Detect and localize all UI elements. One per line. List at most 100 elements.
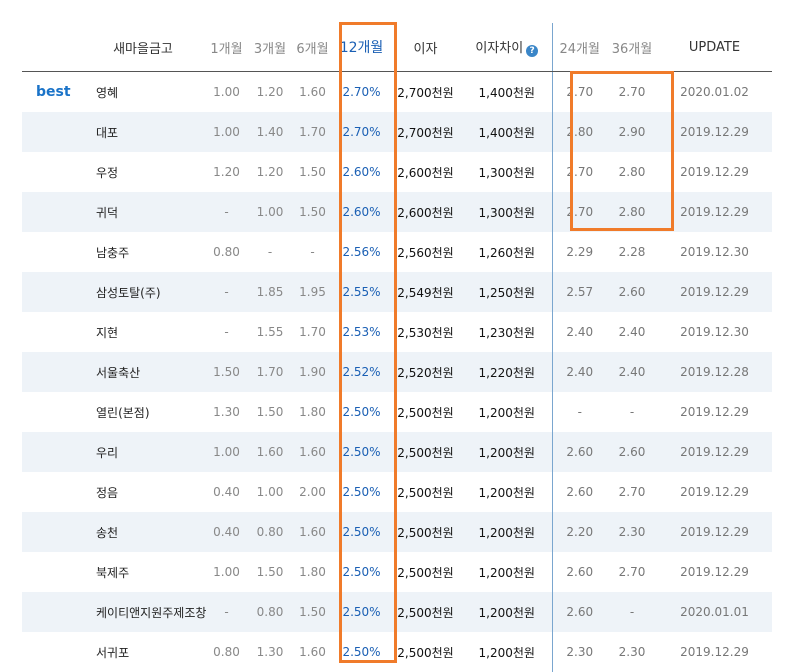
- rate-12-month: 2.50%: [334, 432, 389, 472]
- rate-12-month: 2.52%: [334, 352, 389, 392]
- rate-6-month: 1.60: [291, 432, 334, 472]
- table-row[interactable]: 대포1.001.401.702.70%2,700천원1,400천원2.802.9…: [22, 112, 772, 152]
- header-36-month[interactable]: 36개월: [607, 23, 657, 72]
- rate-24-month: 2.70: [552, 152, 607, 192]
- table-row[interactable]: 열린(본점)1.301.501.802.50%2,500천원1,200천원--2…: [22, 392, 772, 432]
- interest-amount: 2,520천원: [389, 352, 462, 392]
- rate-6-month: 1.80: [291, 552, 334, 592]
- interest-amount: 2,500천원: [389, 392, 462, 432]
- table-header: 새마을금고 1개월 3개월 6개월 12개월 이자 이자차이? 24개월 36개…: [22, 23, 772, 72]
- rate-24-month: 2.70: [552, 72, 607, 113]
- table-row[interactable]: 지현-1.551.702.53%2,530천원1,230천원2.402.4020…: [22, 312, 772, 352]
- bank-name[interactable]: 남충주: [82, 232, 204, 272]
- interest-diff: 1,200천원: [462, 592, 552, 632]
- best-label: [22, 272, 82, 312]
- rate-24-month: 2.57: [552, 272, 607, 312]
- update-date: 2019.12.30: [657, 312, 772, 352]
- rate-6-month: 1.50: [291, 592, 334, 632]
- interest-diff: 1,400천원: [462, 112, 552, 152]
- update-date: 2019.12.29: [657, 552, 772, 592]
- savings-rate-table: 새마을금고 1개월 3개월 6개월 12개월 이자 이자차이? 24개월 36개…: [22, 23, 772, 672]
- best-label: [22, 112, 82, 152]
- header-3-month[interactable]: 3개월: [249, 23, 291, 72]
- bank-name[interactable]: 지현: [82, 312, 204, 352]
- rate-3-month: 1.60: [249, 432, 291, 472]
- interest-amount: 2,549천원: [389, 272, 462, 312]
- bank-name[interactable]: 귀덕: [82, 192, 204, 232]
- rate-3-month: 1.70: [249, 352, 291, 392]
- rate-3-month: 1.50: [249, 392, 291, 432]
- bank-name[interactable]: 삼성토탈(주): [82, 272, 204, 312]
- bank-name[interactable]: 북제주: [82, 552, 204, 592]
- update-date: 2019.12.29: [657, 112, 772, 152]
- rate-36-month: 2.28: [607, 232, 657, 272]
- table-row[interactable]: 남충주0.80--2.56%2,560천원1,260천원2.292.282019…: [22, 232, 772, 272]
- header-24-month[interactable]: 24개월: [552, 23, 607, 72]
- update-date: 2019.12.29: [657, 152, 772, 192]
- bank-name[interactable]: 우정: [82, 152, 204, 192]
- table-row[interactable]: 케이티앤지원주제조창-0.801.502.50%2,500천원1,200천원2.…: [22, 592, 772, 632]
- best-label: [22, 232, 82, 272]
- rate-12-month: 2.50%: [334, 632, 389, 672]
- rate-1-month: 1.50: [204, 352, 249, 392]
- bank-name[interactable]: 우리: [82, 432, 204, 472]
- rate-1-month: -: [204, 592, 249, 632]
- interest-diff: 1,200천원: [462, 432, 552, 472]
- bank-name[interactable]: 케이티앤지원주제조창: [82, 592, 204, 632]
- interest-diff: 1,200천원: [462, 512, 552, 552]
- table-row[interactable]: 정음0.401.002.002.50%2,500천원1,200천원2.602.7…: [22, 472, 772, 512]
- rate-3-month: 1.00: [249, 472, 291, 512]
- rate-1-month: 0.80: [204, 232, 249, 272]
- table-row[interactable]: 우정1.201.201.502.60%2,600천원1,300천원2.702.8…: [22, 152, 772, 192]
- update-date: 2019.12.28: [657, 352, 772, 392]
- bank-name[interactable]: 서귀포: [82, 632, 204, 672]
- rate-1-month: 1.00: [204, 112, 249, 152]
- rate-24-month: 2.20: [552, 512, 607, 552]
- bank-name[interactable]: 영혜: [82, 72, 204, 113]
- interest-amount: 2,700천원: [389, 112, 462, 152]
- table-row[interactable]: 북제주1.001.501.802.50%2,500천원1,200천원2.602.…: [22, 552, 772, 592]
- header-interest-diff: 이자차이?: [462, 23, 552, 72]
- table-row[interactable]: 송천0.400.801.602.50%2,500천원1,200천원2.202.3…: [22, 512, 772, 552]
- rate-12-month: 2.50%: [334, 552, 389, 592]
- rate-36-month: 2.90: [607, 112, 657, 152]
- rate-24-month: 2.70: [552, 192, 607, 232]
- bank-name[interactable]: 정음: [82, 472, 204, 512]
- bank-name[interactable]: 송천: [82, 512, 204, 552]
- question-icon[interactable]: ?: [526, 45, 538, 57]
- table-row[interactable]: 서울축산1.501.701.902.52%2,520천원1,220천원2.402…: [22, 352, 772, 392]
- rate-24-month: 2.40: [552, 352, 607, 392]
- header-12-month[interactable]: 12개월: [334, 23, 389, 72]
- best-label: [22, 432, 82, 472]
- rate-6-month: 1.80: [291, 392, 334, 432]
- rate-12-month: 2.50%: [334, 592, 389, 632]
- interest-amount: 2,560천원: [389, 232, 462, 272]
- best-label: [22, 312, 82, 352]
- table-row[interactable]: 귀덕-1.001.502.60%2,600천원1,300천원2.702.8020…: [22, 192, 772, 232]
- interest-amount: 2,500천원: [389, 512, 462, 552]
- best-label: [22, 512, 82, 552]
- rate-1-month: -: [204, 272, 249, 312]
- bank-name[interactable]: 서울축산: [82, 352, 204, 392]
- rate-6-month: 1.50: [291, 192, 334, 232]
- best-label: [22, 632, 82, 672]
- interest-diff: 1,220천원: [462, 352, 552, 392]
- rate-1-month: 1.20: [204, 152, 249, 192]
- rate-12-month: 2.60%: [334, 192, 389, 232]
- table-row[interactable]: 우리1.001.601.602.50%2,500천원1,200천원2.602.6…: [22, 432, 772, 472]
- best-label: [22, 352, 82, 392]
- header-1-month[interactable]: 1개월: [204, 23, 249, 72]
- table-row[interactable]: 삼성토탈(주)-1.851.952.55%2,549천원1,250천원2.572…: [22, 272, 772, 312]
- table-body: best영혜1.001.201.602.70%2,700천원1,400천원2.7…: [22, 72, 772, 672]
- table-row[interactable]: 서귀포0.801.301.602.50%2,500천원1,200천원2.302.…: [22, 632, 772, 672]
- header-bank: 새마을금고: [82, 23, 204, 72]
- header-6-month[interactable]: 6개월: [291, 23, 334, 72]
- header-update: UPDATE: [657, 23, 772, 72]
- rate-1-month: -: [204, 192, 249, 232]
- rate-1-month: 1.30: [204, 392, 249, 432]
- bank-name[interactable]: 대포: [82, 112, 204, 152]
- bank-name[interactable]: 열린(본점): [82, 392, 204, 432]
- rate-1-month: 0.40: [204, 472, 249, 512]
- rate-36-month: 2.40: [607, 352, 657, 392]
- table-row[interactable]: best영혜1.001.201.602.70%2,700천원1,400천원2.7…: [22, 72, 772, 113]
